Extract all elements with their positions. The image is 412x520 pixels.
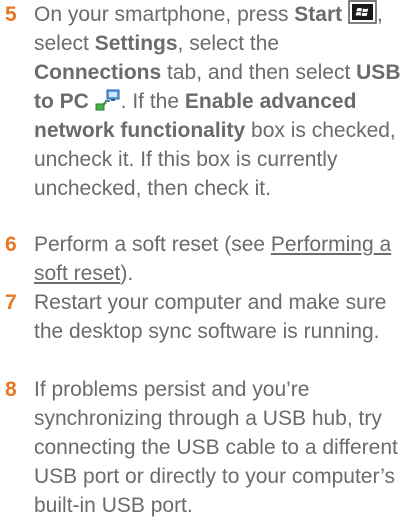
step-item: 8 If problems persist and you’re synchro… xyxy=(0,375,412,520)
step-text: If problems persist and you’re synchroni… xyxy=(34,378,398,517)
step-number: 7 xyxy=(5,291,17,314)
windows-start-icon xyxy=(348,0,377,24)
start-button-label: Start xyxy=(294,3,343,26)
step-number: 8 xyxy=(5,378,17,401)
step-item: 5 On your smartphone, press Start , sele… xyxy=(0,0,412,203)
usb-to-pc-icon xyxy=(95,89,121,111)
instruction-steps: 5 On your smartphone, press Start , sele… xyxy=(0,0,412,517)
step-text: Perform a soft reset (see Performing a s… xyxy=(34,233,392,285)
connections-tab-label: Connections xyxy=(34,61,162,84)
step-item: 7 Restart your computer and make sure th… xyxy=(0,288,412,346)
step-text: On your smartphone, press Start , select… xyxy=(34,0,410,203)
settings-label: Settings xyxy=(94,32,178,55)
step-item: 6 Perform a soft reset (see Performing a… xyxy=(0,230,412,288)
step-text: Restart your computer and make sure the … xyxy=(34,291,387,343)
step-number: 5 xyxy=(5,3,17,26)
step-number: 6 xyxy=(5,233,17,256)
